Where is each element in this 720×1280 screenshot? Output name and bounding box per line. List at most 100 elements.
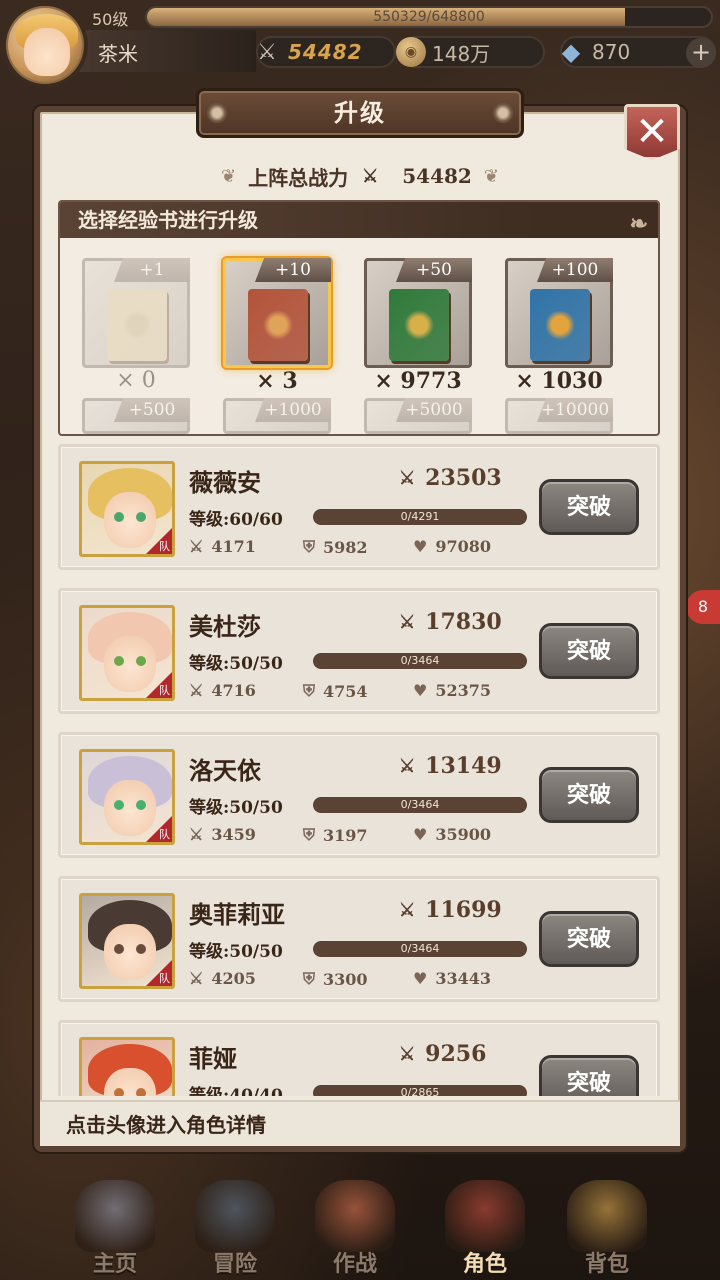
breakthrough-button[interactable]: 突破 — [539, 1055, 639, 1096]
player-exp-bar: 550329/648800 — [145, 6, 713, 28]
portrait-eye — [114, 944, 124, 954]
hero-exp-bar: 0/3464 — [313, 941, 527, 957]
hero-exp-text: 0/3464 — [400, 942, 440, 955]
hero-stat-atk: ⚔ 4205 — [189, 969, 256, 988]
corner-flourish-icon: ❧ — [629, 211, 648, 237]
hero-stat-value: 4171 — [211, 537, 256, 556]
hero-power: ⚔ 9256 — [399, 1041, 486, 1067]
nav-item[interactable]: 作战 — [300, 1180, 410, 1280]
hero-portrait[interactable]: 队 — [79, 893, 175, 989]
heart-icon: ♥ — [413, 681, 428, 700]
hero-exp-bar: 0/3464 — [313, 797, 527, 813]
hero-name: 洛天依 — [189, 756, 261, 785]
hero-stat-def: ⛨ 5982 — [303, 537, 368, 557]
player-exp-text: 550329/648800 — [373, 9, 485, 25]
nav-art-icon — [195, 1180, 275, 1252]
book-icon — [389, 289, 449, 361]
nav-item[interactable]: 背包 — [552, 1180, 662, 1280]
add-gems-button[interactable]: + — [686, 38, 716, 68]
crossed-swords-icon: ⚔ — [399, 755, 416, 777]
breakthrough-button[interactable]: 突破 — [539, 623, 639, 679]
exp-book-slot[interactable]: +50 — [364, 258, 472, 368]
hero-portrait[interactable]: 队 — [79, 749, 175, 845]
breakthrough-button[interactable]: 突破 — [539, 767, 639, 823]
hero-power-value: 11699 — [425, 897, 502, 923]
side-notification-badge[interactable]: 8 — [686, 590, 720, 624]
hero-stat-value: 5982 — [323, 537, 368, 557]
hero-stat-value: 3300 — [323, 969, 368, 989]
hero-power: ⚔ 13149 — [399, 753, 502, 779]
heart-icon: ♥ — [413, 825, 428, 844]
sword-icon: ⚔ — [189, 537, 204, 556]
hero-stat-atk: ⚔ 3459 — [189, 825, 256, 844]
portrait-eye — [136, 512, 146, 522]
player-name: 茶米 — [98, 42, 138, 66]
book-emblem-icon — [545, 310, 575, 340]
hero-list[interactable]: 队薇薇安 ⚔ 23503 等级:60/60 0/4291 ⚔ 4171 ⛨ 5982 ♥ 97080… — [58, 444, 660, 1096]
hero-card[interactable]: 队菲娅 ⚔ 9256 等级:40/40 0/2865 突破 — [58, 1020, 660, 1096]
exp-book-slot[interactable]: +10000 — [505, 398, 613, 434]
nav-label: 冒险 — [212, 1251, 257, 1277]
hero-card[interactable]: 队薇薇安 ⚔ 23503 等级:60/60 0/4291 ⚔ 4171 ⛨ 5982 ♥ 97080… — [58, 444, 660, 570]
panel-title: 升级 — [334, 98, 386, 127]
exp-book-slot[interactable]: +5000 — [364, 398, 472, 434]
exp-book-slot[interactable]: +500 — [82, 398, 190, 434]
hero-exp-text: 0/2865 — [400, 1086, 440, 1096]
hero-name: 菲娅 — [189, 1044, 237, 1073]
hero-portrait[interactable]: 队 — [79, 1037, 175, 1096]
hero-stat-hp: ♥ 97080 — [413, 537, 491, 556]
shield-icon: ⛨ — [303, 969, 316, 988]
exp-book-slot[interactable]: +100 — [505, 258, 613, 368]
portrait-face — [104, 780, 156, 836]
breakthrough-button[interactable]: 突破 — [539, 479, 639, 535]
shield-icon: ⛨ — [303, 825, 316, 844]
hero-power-value: 13149 — [425, 753, 502, 779]
hero-name: 奥菲莉亚 — [189, 900, 285, 929]
gold-value: 148万 — [432, 41, 491, 66]
close-button[interactable]: ✕ — [624, 104, 680, 160]
name-plate — [60, 30, 256, 72]
total-power-value: 54482 — [402, 164, 472, 188]
exp-book-slot[interactable]: +1000 — [223, 398, 331, 434]
total-power-row: ❦ 上阵总战力 ⚔ 54482 ❦ — [180, 158, 540, 194]
top-bar: 50级 550329/648800 茶米 ⚔ 54482 ◉ 148万 ◆ 87… — [0, 0, 720, 88]
nav-item[interactable]: 主页 — [60, 1180, 170, 1280]
nav-item[interactable]: 冒险 — [180, 1180, 290, 1280]
player-avatar[interactable] — [2, 2, 88, 88]
shield-icon: ⛨ — [303, 681, 316, 700]
hero-card[interactable]: 队美杜莎 ⚔ 17830 等级:50/50 0/3464 ⚔ 4716 ⛨ 4754 ♥ 52375… — [58, 588, 660, 714]
power-value: 54482 — [288, 40, 363, 64]
exp-book-slot[interactable]: +10 — [223, 258, 331, 368]
hero-portrait[interactable]: 队 — [79, 605, 175, 701]
books-header: 选择经验书进行升级 ❧ — [60, 202, 658, 238]
portrait-eye — [114, 656, 124, 666]
hero-exp-text: 0/3464 — [400, 654, 440, 667]
portrait-face — [104, 924, 156, 980]
nav-item[interactable]: 角色 — [430, 1180, 540, 1280]
book-emblem-icon — [122, 310, 152, 340]
exp-book-slot[interactable]: +1 — [82, 258, 190, 368]
nav-label: 主页 — [92, 1251, 137, 1277]
book-count: × 0 — [116, 368, 156, 393]
book-icon — [530, 289, 590, 361]
hero-stat-hp: ♥ 35900 — [413, 825, 491, 844]
hero-exp-text: 0/4291 — [400, 510, 440, 523]
hero-stat-def: ⛨ 4754 — [303, 681, 368, 701]
hero-portrait[interactable]: 队 — [79, 461, 175, 557]
book-exp-tag: +100 — [537, 258, 613, 282]
hero-exp-text: 0/3464 — [400, 798, 440, 811]
hero-level: 等级:60/60 — [189, 510, 283, 530]
hero-card[interactable]: 队奥菲莉亚 ⚔ 11699 等级:50/50 0/3464 ⚔ 4205 ⛨ 3300 ♥ 3344… — [58, 876, 660, 1002]
crossed-swords-icon: ⚔ — [362, 165, 379, 187]
exp-books-section: 选择经验书进行升级 ❧ +1 × 0 +10 × 3 +50 × 9773 +100 × 10… — [58, 200, 660, 436]
hero-stat-value: 52375 — [435, 681, 492, 700]
hero-card[interactable]: 队洛天依 ⚔ 13149 等级:50/50 0/3464 ⚔ 3459 ⛨ 3197 ♥ 35900… — [58, 732, 660, 858]
hero-stat-value: 4716 — [211, 681, 256, 700]
hero-stat-value: 4754 — [323, 681, 368, 701]
portrait-eye — [136, 656, 146, 666]
book-exp-tag: +500 — [114, 398, 190, 422]
book-emblem-icon — [263, 310, 293, 340]
nav-art-icon — [315, 1180, 395, 1252]
gold-pill[interactable]: ◉ 148万 — [396, 36, 545, 68]
breakthrough-button[interactable]: 突破 — [539, 911, 639, 967]
